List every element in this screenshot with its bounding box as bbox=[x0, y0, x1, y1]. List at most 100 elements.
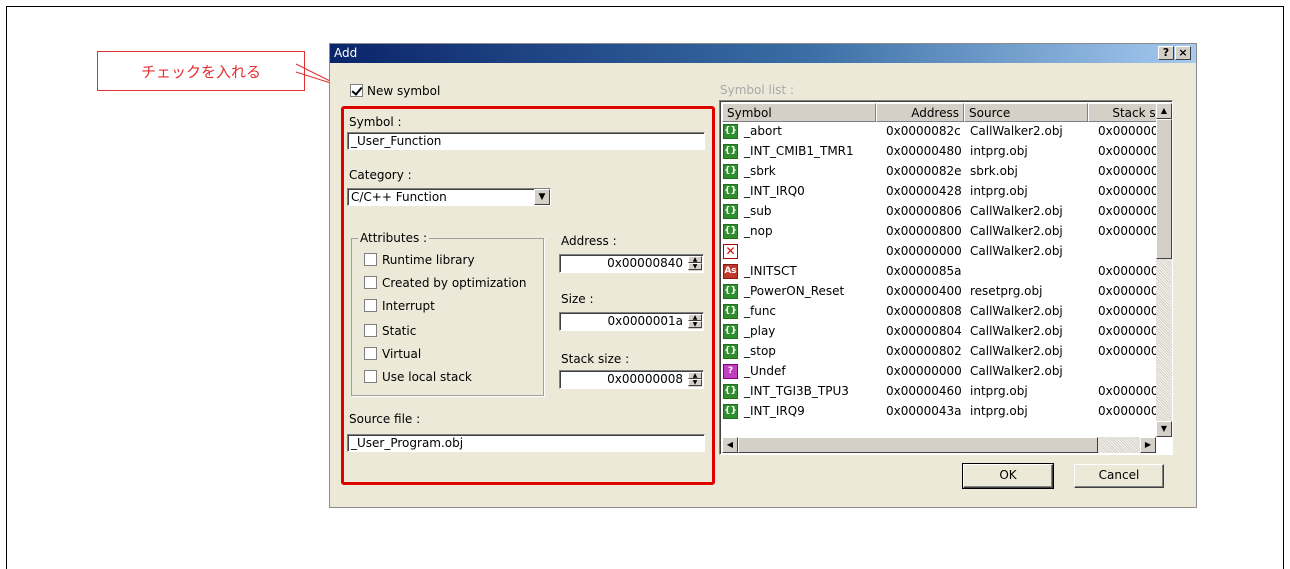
cell-source: intprg.obj bbox=[970, 184, 1028, 198]
close-button[interactable]: × bbox=[1175, 46, 1191, 60]
column-header-source[interactable]: Source bbox=[964, 103, 1088, 122]
cell-source: CallWalker2.obj bbox=[970, 204, 1063, 218]
table-row[interactable]: {} _INT_IRQ0 0x00000428 intprg.obj 0x0000000 bbox=[722, 182, 1166, 202]
function-icon: {} bbox=[723, 164, 738, 179]
attr-static[interactable]: Static bbox=[364, 323, 416, 338]
table-row[interactable]: ✕ 0x00000000 CallWalker2.obj bbox=[722, 242, 1156, 262]
cell-symbol: _INT_IRQ9 bbox=[744, 404, 805, 418]
function-icon: {} bbox=[723, 204, 738, 219]
cancel-button[interactable]: Cancel bbox=[1074, 464, 1164, 488]
list-header: Symbol Address Source Stack si: bbox=[722, 103, 1168, 122]
stack-size-value: 0x00000008 bbox=[607, 372, 683, 386]
scroll-up-icon[interactable]: ▲ bbox=[1156, 103, 1172, 119]
ok-button[interactable]: OK bbox=[962, 463, 1054, 489]
attributes-group: Attributes : Runtime library Created by … bbox=[351, 231, 544, 396]
cell-address: 0x0000043a bbox=[886, 404, 962, 418]
table-row[interactable]: {} _sbrk 0x0000082e sbrk.obj 0x0000000 bbox=[722, 162, 1166, 182]
symbol-input[interactable]: _User_Function bbox=[347, 132, 705, 150]
vertical-scrollbar[interactable]: ▲ ▼ bbox=[1156, 103, 1172, 437]
category-select[interactable]: C/C++ Function bbox=[347, 188, 551, 206]
cell-symbol: _func bbox=[744, 304, 777, 318]
new-symbol-check-icon[interactable] bbox=[350, 84, 363, 97]
checkbox-icon[interactable] bbox=[364, 276, 377, 289]
new-symbol-label: New symbol bbox=[367, 83, 441, 98]
address-spinner[interactable]: 0x00000840 ▲ ▼ bbox=[559, 254, 704, 273]
function-icon: {} bbox=[723, 144, 738, 159]
symbol-list-label: Symbol list : bbox=[720, 83, 794, 97]
title-bar[interactable]: Add ? × bbox=[330, 44, 1196, 63]
scroll-left-icon[interactable]: ◀ bbox=[722, 437, 738, 453]
error-icon: ✕ bbox=[723, 244, 738, 259]
size-spinner[interactable]: 0x0000001a ▲ ▼ bbox=[559, 312, 704, 331]
checkbox-icon[interactable] bbox=[364, 347, 377, 360]
table-row[interactable]: {} _INT_TGI3B_TPU3 0x00000460 intprg.obj 0x0… bbox=[722, 382, 1166, 402]
address-value: 0x00000840 bbox=[607, 256, 683, 270]
table-row[interactable]: {} _PowerON_Reset 0x00000400 resetprg.obj 0x… bbox=[722, 282, 1166, 302]
table-row[interactable]: {} _INT_CMIB1_TMR1 0x00000480 intprg.obj 0x0… bbox=[722, 142, 1166, 162]
symbol-list[interactable]: Symbol Address Source Stack si: {} _abort… bbox=[719, 100, 1173, 455]
checkbox-icon[interactable] bbox=[364, 253, 377, 266]
column-header-symbol[interactable]: Symbol bbox=[722, 103, 876, 122]
symbol-label: Symbol : bbox=[349, 115, 402, 129]
table-row[interactable]: {} _sub 0x00000806 CallWalker2.obj 0x0000000 bbox=[722, 202, 1166, 222]
scroll-down-icon[interactable]: ▼ bbox=[1156, 421, 1172, 437]
function-icon: {} bbox=[723, 344, 738, 359]
attr-virtual[interactable]: Virtual bbox=[364, 346, 421, 361]
checkbox-icon[interactable] bbox=[364, 370, 377, 383]
attr-runtime-library[interactable]: Runtime library bbox=[364, 252, 475, 267]
dialog-title: Add bbox=[334, 46, 358, 60]
new-symbol-checkbox[interactable]: New symbol bbox=[350, 83, 440, 98]
spinner-arrows-icon[interactable]: ▲ ▼ bbox=[688, 314, 702, 329]
function-icon: {} bbox=[723, 304, 738, 319]
address-label: Address : bbox=[561, 234, 617, 248]
table-row[interactable]: ? _Undef 0x00000000 CallWalker2.obj bbox=[722, 362, 1156, 382]
attr-label: Created by optimization bbox=[382, 275, 527, 290]
table-row[interactable]: {} _stop 0x00000802 CallWalker2.obj 0x000000… bbox=[722, 342, 1166, 362]
attr-use-local-stack[interactable]: Use local stack bbox=[364, 369, 472, 384]
cell-symbol: _nop bbox=[744, 224, 773, 238]
help-button[interactable]: ? bbox=[1158, 46, 1174, 60]
annotation-callout: チェックを入れる bbox=[97, 51, 305, 91]
table-row[interactable]: {} _INT_IRQ9 0x0000043a intprg.obj 0x0000000 bbox=[722, 402, 1166, 422]
cell-source: resetprg.obj bbox=[970, 284, 1043, 298]
chevron-down-icon[interactable]: ▼ bbox=[534, 189, 550, 205]
function-icon: {} bbox=[723, 184, 738, 199]
table-row[interactable]: {} _nop 0x00000800 CallWalker2.obj 0x0000000 bbox=[722, 222, 1166, 242]
horizontal-scrollbar[interactable]: ◀ ▶ bbox=[722, 437, 1156, 453]
attr-label: Static bbox=[382, 323, 417, 338]
cell-symbol: _Undef bbox=[744, 364, 786, 378]
function-icon: {} bbox=[723, 124, 738, 139]
source-file-input[interactable]: _User_Program.obj bbox=[347, 434, 705, 452]
table-row[interactable]: {} _play 0x00000804 CallWalker2.obj 0x000000… bbox=[722, 322, 1166, 342]
horizontal-scroll-thumb[interactable] bbox=[738, 437, 1098, 453]
table-row[interactable]: As _INITSCT 0x0000085a 0x0000001 bbox=[722, 262, 1166, 282]
column-header-address[interactable]: Address bbox=[876, 103, 964, 122]
stack-size-spinner[interactable]: 0x00000008 ▲ ▼ bbox=[559, 370, 704, 389]
function-icon: {} bbox=[723, 224, 738, 239]
table-row[interactable]: {} _abort 0x0000082c CallWalker2.obj 0x00000… bbox=[722, 122, 1166, 142]
cell-symbol: _PowerON_Reset bbox=[744, 284, 845, 298]
spinner-arrows-icon[interactable]: ▲ ▼ bbox=[688, 256, 702, 271]
table-row[interactable]: {} _func 0x00000808 CallWalker2.obj 0x000000… bbox=[722, 302, 1166, 322]
cell-address: 0x00000480 bbox=[886, 144, 962, 158]
cell-address: 0x00000800 bbox=[886, 224, 962, 238]
cell-symbol: _stop bbox=[744, 344, 776, 358]
attr-created-by-optimization[interactable]: Created by optimization bbox=[364, 275, 527, 290]
size-value: 0x0000001a bbox=[607, 314, 683, 328]
cell-source: CallWalker2.obj bbox=[970, 124, 1063, 138]
spinner-arrows-icon[interactable]: ▲ ▼ bbox=[688, 372, 702, 387]
cell-symbol: _INT_TGI3B_TPU3 bbox=[744, 384, 849, 398]
checkbox-icon[interactable] bbox=[364, 324, 377, 337]
cell-address: 0x00000802 bbox=[886, 344, 962, 358]
cell-source: intprg.obj bbox=[970, 404, 1028, 418]
cell-source: CallWalker2.obj bbox=[970, 224, 1063, 238]
cell-source: sbrk.obj bbox=[970, 164, 1018, 178]
size-label: Size : bbox=[561, 292, 594, 306]
checkbox-icon[interactable] bbox=[364, 299, 377, 312]
attr-interrupt[interactable]: Interrupt bbox=[364, 298, 435, 313]
cell-address: 0x00000460 bbox=[886, 384, 962, 398]
scroll-right-icon[interactable]: ▶ bbox=[1140, 437, 1156, 453]
vertical-scroll-thumb[interactable] bbox=[1156, 119, 1172, 259]
function-icon: {} bbox=[723, 284, 738, 299]
cell-symbol: _INITSCT bbox=[744, 264, 797, 278]
